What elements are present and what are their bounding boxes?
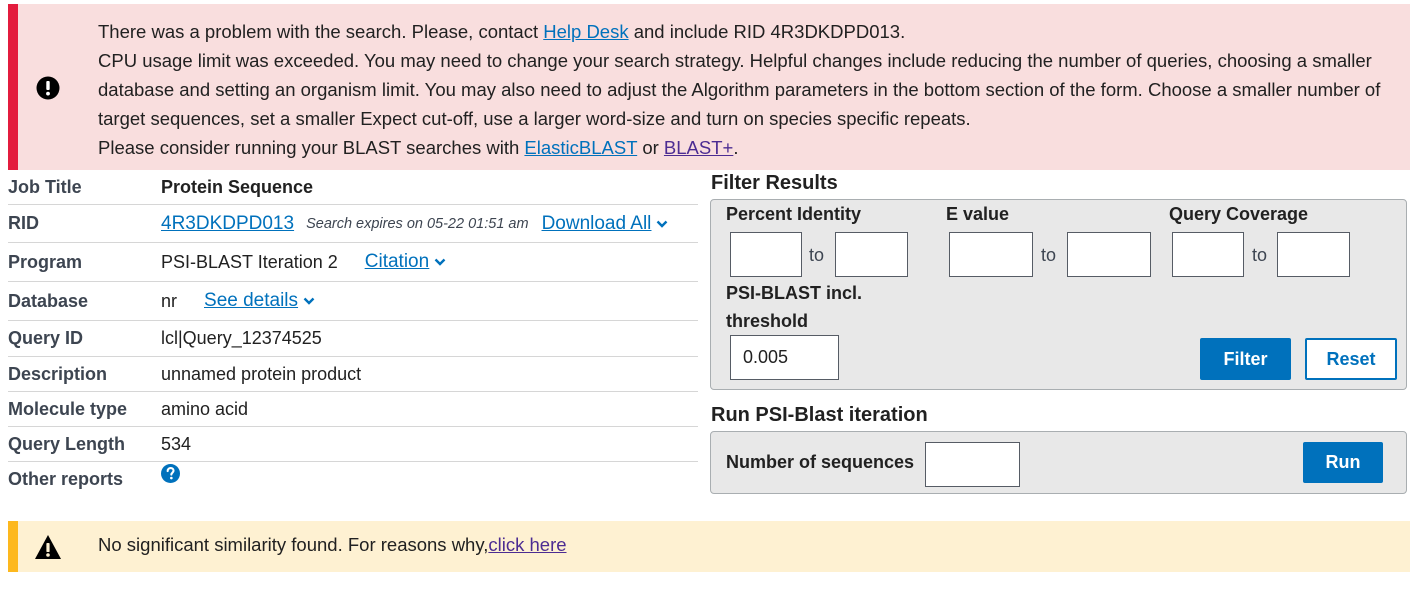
search-summary-table: Job Title Protein Sequence RID 4R3DKDPD0… <box>8 170 698 496</box>
error-line1-text: There was a problem with the search. Ple… <box>98 21 544 42</box>
to-label: to <box>809 245 825 265</box>
click-here-link[interactable]: click here <box>488 534 566 555</box>
rid-link[interactable]: 4R3DKDPD013 <box>161 213 294 235</box>
number-of-sequences-input[interactable] <box>925 442 1020 487</box>
description-label: Description <box>8 363 108 384</box>
query-coverage-min-input[interactable] <box>1172 232 1244 277</box>
chevron-down-icon <box>657 220 668 228</box>
see-details-label: See details <box>204 290 299 311</box>
warning-message: No significant similarity found. For rea… <box>98 534 489 555</box>
filter-results-panel: Percent Identity E value Query Coverage … <box>710 199 1407 390</box>
percent-identity-label: Percent Identity <box>726 204 862 224</box>
molecule-type-value: amino acid <box>161 398 249 419</box>
elasticblast-link[interactable]: ElasticBLAST <box>524 137 637 158</box>
percent-identity-min-input[interactable] <box>730 232 802 277</box>
molecule-type-label: Molecule type <box>8 398 128 419</box>
database-value: nr <box>161 290 178 311</box>
error-line3-text: Please consider running your BLAST searc… <box>98 137 525 158</box>
row-query-id: Query ID lcl|Query_12374525 <box>8 321 698 357</box>
number-of-sequences-label: Number of sequences <box>726 452 915 472</box>
run-psi-blast-heading: Run PSI-Blast iteration <box>711 404 928 426</box>
row-rid: RID 4R3DKDPD013 Search expires on 05-22 … <box>8 205 698 243</box>
chevron-down-icon <box>434 258 446 266</box>
warning-alert: No significant similarity found. For rea… <box>8 521 1410 572</box>
exclamation-circle-icon <box>36 76 60 100</box>
error-line3-end: . <box>733 137 739 158</box>
error-line3-or: or <box>637 137 664 158</box>
row-query-length: Query Length 534 <box>8 427 698 462</box>
warning-triangle-icon <box>35 535 61 559</box>
row-molecule-type: Molecule type amino acid <box>8 392 698 427</box>
row-program: Program PSI-BLAST Iteration 2 Citation <box>8 243 698 282</box>
run-button[interactable]: Run <box>1303 442 1383 483</box>
search-expires-text: Search expires on 05-22 01:51 am <box>306 215 529 232</box>
chevron-down-icon <box>303 297 315 305</box>
blastplus-link[interactable]: BLAST+ <box>664 137 733 158</box>
percent-identity-max-input[interactable] <box>835 232 908 277</box>
query-coverage-label: Query Coverage <box>1169 204 1309 224</box>
rid-label: RID <box>8 213 39 233</box>
query-coverage-max-input[interactable] <box>1277 232 1350 277</box>
download-all-label: Download All <box>541 212 652 234</box>
program-label: Program <box>8 251 83 272</box>
e-value-label: E value <box>946 204 1010 224</box>
help-circle-icon[interactable] <box>161 464 180 483</box>
database-label: Database <box>8 290 89 311</box>
row-description: Description unnamed protein product <box>8 357 698 392</box>
query-length-label: Query Length <box>8 433 126 454</box>
run-psi-blast-panel: Number of sequences Run <box>710 431 1407 494</box>
psi-threshold-label-line1: PSI-BLAST incl. <box>726 283 863 303</box>
error-alert-text: There was a problem with the search. Ple… <box>98 17 1398 162</box>
psi-threshold-label: PSI-BLAST incl. threshold <box>726 279 862 335</box>
help-desk-link[interactable]: Help Desk <box>543 21 628 42</box>
other-reports-label: Other reports <box>8 468 124 489</box>
program-value: PSI-BLAST Iteration 2 <box>161 251 338 272</box>
description-value: unnamed protein product <box>161 363 362 384</box>
citation-label: Citation <box>364 251 430 272</box>
job-title-value: Protein Sequence <box>161 176 314 197</box>
error-line1-rid: and include RID 4R3DKDPD013. <box>628 21 906 42</box>
e-value-min-input[interactable] <box>949 232 1033 277</box>
warning-alert-text: No significant similarity found. For rea… <box>98 534 567 556</box>
psi-threshold-input[interactable] <box>730 335 839 380</box>
filter-button[interactable]: Filter <box>1200 338 1291 380</box>
row-job-title: Job Title Protein Sequence <box>8 170 698 205</box>
citation-button[interactable]: Citation <box>365 251 446 273</box>
row-other-reports: Other reports <box>8 462 698 496</box>
e-value-max-input[interactable] <box>1067 232 1151 277</box>
to-label: to <box>1252 245 1268 265</box>
job-title-label: Job Title <box>8 176 82 197</box>
psi-threshold-label-line2: threshold <box>726 311 809 331</box>
to-label: to <box>1041 245 1057 265</box>
reset-button[interactable]: Reset <box>1305 338 1397 380</box>
error-alert: There was a problem with the search. Ple… <box>8 4 1410 170</box>
row-database: Database nr See details <box>8 282 698 321</box>
query-length-value: 534 <box>161 433 192 454</box>
query-id-value: lcl|Query_12374525 <box>161 328 322 348</box>
see-details-button[interactable]: See details <box>204 290 315 312</box>
query-id-label: Query ID <box>8 328 84 348</box>
filter-results-heading: Filter Results <box>711 172 838 194</box>
error-line2-text: CPU usage limit was exceeded. You may ne… <box>98 50 1381 129</box>
download-all-button[interactable]: Download All <box>542 213 669 235</box>
